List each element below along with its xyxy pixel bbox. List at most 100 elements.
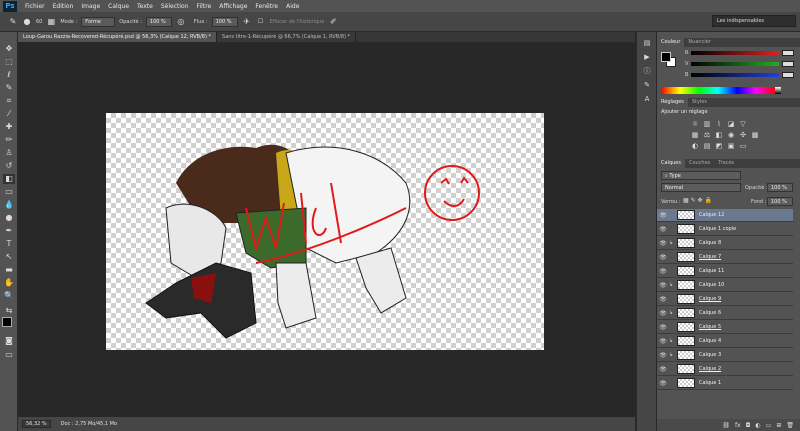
layer-name[interactable]: Calque 9 [699, 296, 721, 302]
green-value-field[interactable] [782, 61, 795, 67]
swap-colors-icon[interactable]: ⇆ [3, 306, 15, 316]
menu-texte[interactable]: Texte [133, 3, 157, 10]
brush-tool-icon[interactable]: ✏ [3, 135, 15, 145]
brush-panel-toggle-icon[interactable]: ▦ [46, 17, 56, 27]
brush-presets-icon[interactable]: ✎ [641, 80, 653, 90]
visibility-eye-icon[interactable]: 👁 [657, 240, 669, 247]
green-slider[interactable] [691, 62, 780, 66]
doc-size[interactable]: Doc : 2,75 Mo/45,1 Mo [61, 421, 117, 427]
layer-thumbnail[interactable] [677, 280, 695, 290]
visibility-eye-icon[interactable]: 👁 [657, 380, 669, 387]
layer-thumbnail[interactable] [677, 266, 695, 276]
canvas[interactable] [106, 113, 544, 350]
layer-thumbnail[interactable] [677, 252, 695, 262]
menu-edition[interactable]: Edition [49, 3, 78, 10]
blend-mode-select[interactable]: Normal [661, 183, 741, 192]
gradient-tool-icon[interactable]: ▭ [3, 187, 15, 197]
text-tool-icon[interactable]: T [3, 239, 15, 249]
layer-row[interactable]: 👁 ↳ Calque 8 [657, 237, 793, 250]
menu-filtre[interactable]: Filtre [193, 3, 216, 10]
menu-fichier[interactable]: Fichier [21, 3, 49, 10]
visibility-eye-icon[interactable]: 👁 [657, 352, 669, 359]
zoom-tool-icon[interactable]: 🔍 [3, 291, 15, 301]
visibility-eye-icon[interactable]: 👁 [657, 268, 669, 275]
healing-brush-icon[interactable]: ✚ [3, 122, 15, 132]
layer-name[interactable]: Calque 12 [699, 212, 724, 218]
visibility-eye-icon[interactable]: 👁 [657, 324, 669, 331]
color-lookup-icon[interactable]: ▩ [751, 131, 759, 139]
new-layer-icon[interactable]: ⊞ [776, 422, 781, 429]
layer-row[interactable]: 👁 Calque 12 [657, 209, 793, 222]
history-brush-icon[interactable]: ↺ [3, 161, 15, 171]
layer-name[interactable]: Calque 10 [699, 282, 724, 288]
curves-icon[interactable]: ⌇ [715, 120, 723, 128]
threshold-icon[interactable]: ◩ [715, 142, 723, 150]
blue-value-field[interactable] [782, 72, 795, 78]
menu-image[interactable]: Image [77, 3, 104, 10]
black-white-icon[interactable]: ◧ [715, 131, 723, 139]
character-panel-icon[interactable]: A [641, 94, 653, 104]
visibility-eye-icon[interactable]: 👁 [657, 212, 669, 219]
tab-couches[interactable]: Couches [685, 159, 714, 168]
layer-thumbnail[interactable] [677, 378, 695, 388]
layer-row[interactable]: 👁 ↳ Calque 4 [657, 335, 793, 348]
levels-icon[interactable]: ▥ [703, 120, 711, 128]
layer-thumbnail[interactable] [677, 350, 695, 360]
trash-icon[interactable]: 🗑 [786, 422, 794, 429]
layer-thumbnail[interactable] [677, 336, 695, 346]
zoom-level[interactable]: 56,32 % [22, 420, 51, 428]
blur-tool-icon[interactable]: 💧 [3, 200, 15, 210]
quick-mask-icon[interactable]: ◙ [3, 336, 15, 346]
folder-icon[interactable]: ▭ [766, 422, 772, 429]
visibility-eye-icon[interactable]: 👁 [657, 254, 669, 261]
pen-tool-icon[interactable]: ✒ [3, 226, 15, 236]
tab-traces[interactable]: Tracés [714, 159, 738, 168]
photo-filter-icon[interactable]: ◉ [727, 131, 735, 139]
eraser-tool-icon[interactable]: ◧ [3, 174, 15, 184]
visibility-eye-icon[interactable]: 👁 [657, 282, 669, 289]
lasso-tool-icon[interactable]: ℓ [3, 70, 15, 80]
fx-icon[interactable]: fx [735, 422, 741, 429]
layer-row[interactable]: 👁 Calque 5 [657, 321, 793, 334]
move-tool-icon[interactable]: ✥ [3, 44, 15, 54]
path-selection-icon[interactable]: ↖ [3, 252, 15, 262]
mask-icon[interactable]: ◘ [746, 422, 751, 429]
lock-icons[interactable]: ▦ ✎ ✥ 🔒 [683, 197, 712, 204]
marquee-tool-icon[interactable]: ⬚ [3, 57, 15, 67]
info-panel-icon[interactable]: ⓘ [641, 66, 653, 76]
layer-name[interactable]: Calque 11 [699, 268, 724, 274]
hue-saturation-icon[interactable]: ▦ [691, 131, 699, 139]
history-checkbox[interactable]: ☐ [256, 17, 266, 27]
layer-thumbnail[interactable] [677, 322, 695, 332]
layer-row[interactable]: 👁 ↳ Calque 10 [657, 279, 793, 292]
tab-calques[interactable]: Calques [657, 159, 685, 168]
menu-fenetre[interactable]: Fenêtre [251, 3, 282, 10]
layer-thumbnail[interactable] [677, 224, 695, 234]
layer-name[interactable]: Calque 6 [699, 310, 721, 316]
crop-tool-icon[interactable]: ⌗ [3, 96, 15, 106]
brush-size-value[interactable]: 60 [36, 19, 42, 25]
gradient-map-icon[interactable]: ▭ [739, 142, 747, 150]
menu-selection[interactable]: Sélection [157, 3, 193, 10]
dodge-tool-icon[interactable]: ● [3, 213, 15, 223]
tab-styles[interactable]: Styles [688, 98, 711, 107]
layer-name[interactable]: Calque 4 [699, 338, 721, 344]
layer-thumbnail[interactable] [677, 364, 695, 374]
clone-stamp-icon[interactable]: ♙ [3, 148, 15, 158]
menu-aide[interactable]: Aide [282, 3, 303, 10]
bw-spectrum[interactable] [775, 87, 781, 94]
visibility-eye-icon[interactable]: 👁 [657, 310, 669, 317]
vibrance-icon[interactable]: ▽ [739, 120, 747, 128]
layer-name[interactable]: Calque 8 [699, 240, 721, 246]
opacity-field[interactable]: 100 % [145, 16, 172, 27]
channel-mixer-icon[interactable]: ✣ [739, 131, 747, 139]
foreground-color-swatch[interactable] [2, 317, 12, 327]
screen-mode-icon[interactable]: ▭ [3, 350, 15, 360]
tab-nuancier[interactable]: Nuancier [684, 38, 714, 47]
red-slider[interactable] [691, 51, 780, 55]
invert-icon[interactable]: ◐ [691, 142, 699, 150]
pressure-opacity-icon[interactable]: ◎ [176, 17, 186, 27]
layer-row[interactable]: 👁 Calque 9 [657, 293, 793, 306]
visibility-eye-icon[interactable]: 👁 [657, 226, 669, 233]
tab-reglages[interactable]: Réglages [657, 98, 688, 107]
